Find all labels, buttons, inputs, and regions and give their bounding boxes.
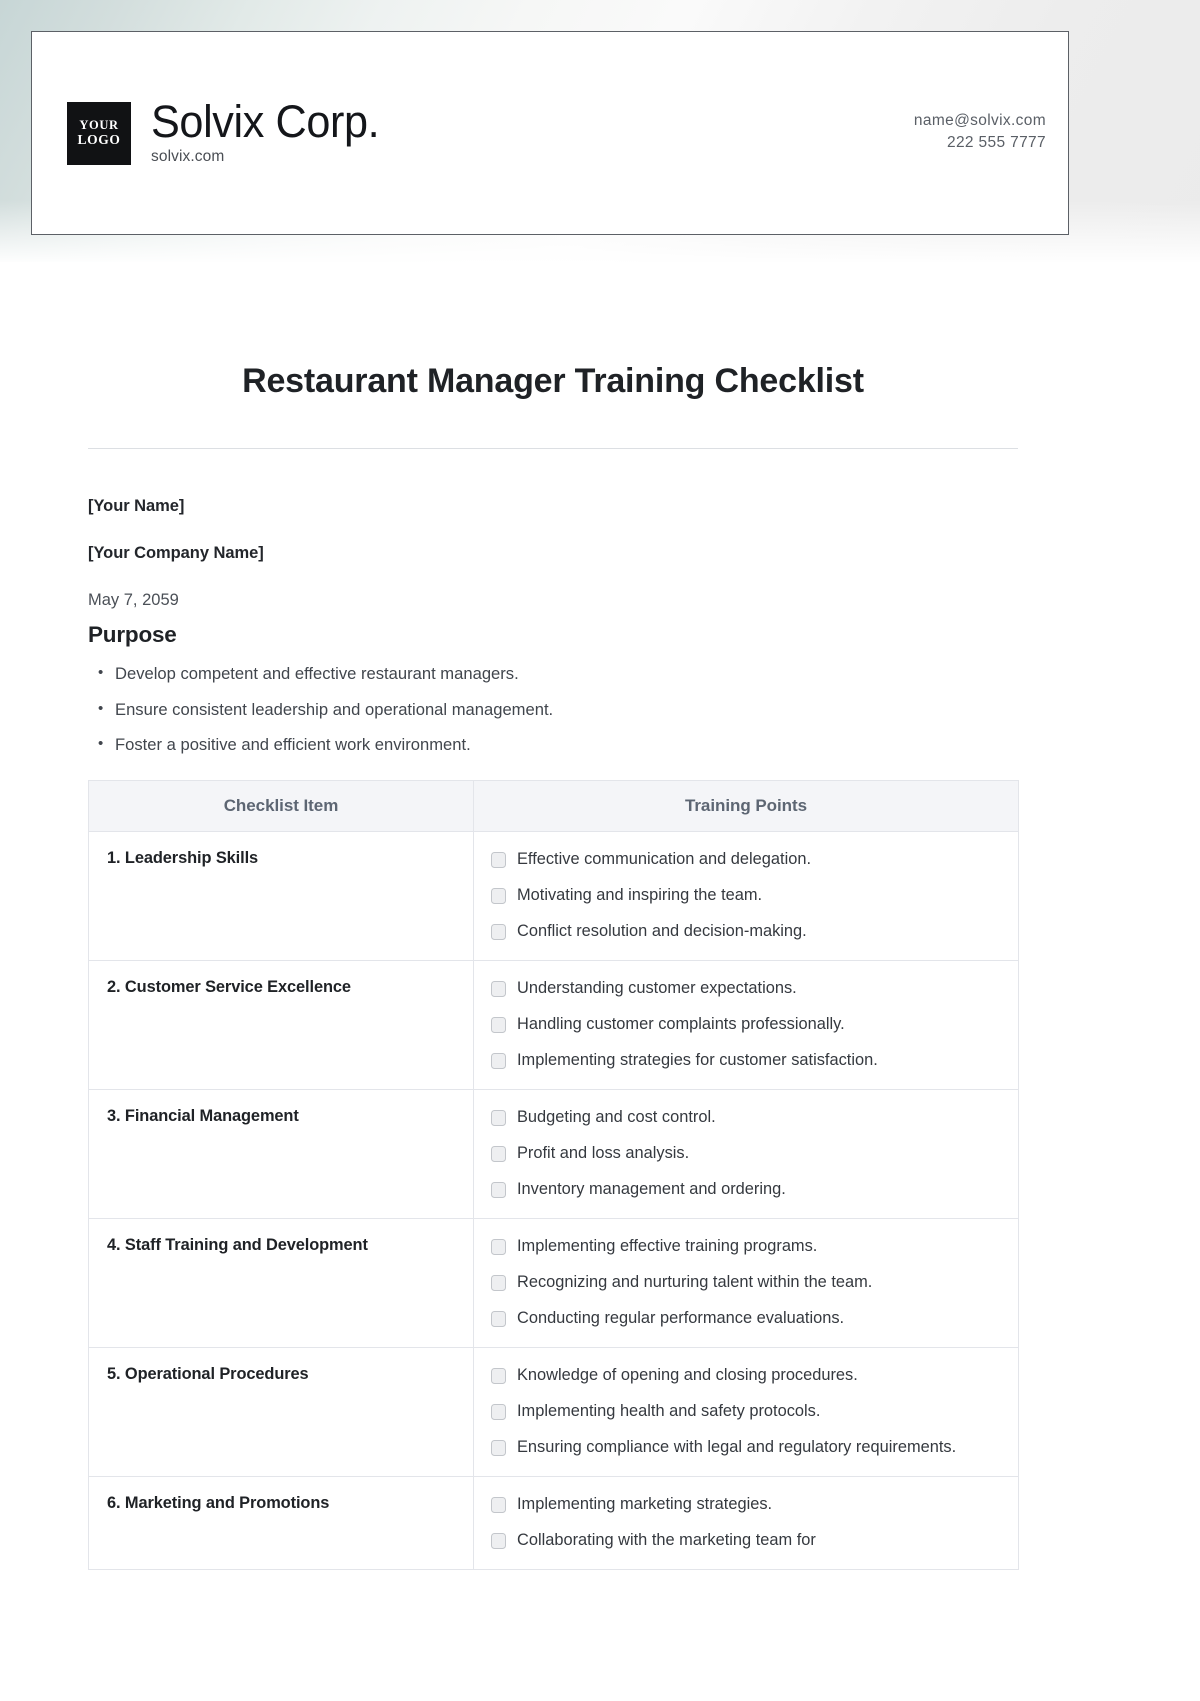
training-point-row: Effective communication and delegation. bbox=[491, 842, 1008, 878]
training-points-cell: Understanding customer expectations. Hand… bbox=[473, 959, 1019, 1090]
author-placeholder: [Your Name] bbox=[88, 497, 185, 515]
checklist-item-label: 5. Operational Procedures bbox=[88, 1346, 474, 1477]
table-row: 3. Financial Management Budgeting and cos… bbox=[88, 1088, 1019, 1219]
letterhead-header: YOUR LOGO Solvix Corp. solvix.com name@s… bbox=[31, 31, 1069, 235]
document-date: May 7, 2059 bbox=[88, 591, 179, 609]
column-header-checklist-item: Checklist Item bbox=[88, 779, 474, 832]
training-point-row: Understanding customer expectations. bbox=[491, 971, 1008, 1007]
training-point-text: Profit and loss analysis. bbox=[517, 1143, 690, 1162]
training-point-row: Motivating and inspiring the team. bbox=[491, 878, 1008, 914]
training-point-row: Handling customer complaints professiona… bbox=[491, 1007, 1008, 1043]
company-name: Solvix Corp. bbox=[151, 95, 380, 147]
checkbox-icon[interactable] bbox=[491, 1439, 506, 1456]
training-point-text: Budgeting and cost control. bbox=[517, 1107, 716, 1126]
table-header-row: Checklist Item Training Points bbox=[88, 779, 1019, 832]
checkbox-icon[interactable] bbox=[491, 1016, 506, 1033]
contact-phone: 222 555 7777 bbox=[946, 134, 1046, 151]
training-point-text: Conducting regular performance evaluatio… bbox=[517, 1308, 845, 1327]
table-row: 6. Marketing and Promotions Implementing … bbox=[88, 1475, 1019, 1570]
purpose-heading: Purpose bbox=[88, 622, 177, 647]
checkbox-icon[interactable] bbox=[491, 851, 506, 868]
contact-email: name@solvix.com bbox=[913, 112, 1046, 129]
checkbox-icon[interactable] bbox=[491, 1496, 506, 1513]
training-point-row: Ensuring compliance with legal and regul… bbox=[491, 1430, 1008, 1466]
training-point-text: Implementing health and safety protocols… bbox=[517, 1401, 821, 1420]
page-title: Restaurant Manager Training Checklist bbox=[242, 362, 864, 400]
title-divider bbox=[88, 448, 1018, 449]
table-row: 2. Customer Service Excellence Understand… bbox=[88, 959, 1019, 1090]
training-point-text: Recognizing and nurturing talent within … bbox=[517, 1272, 873, 1291]
checkbox-icon[interactable] bbox=[491, 1367, 506, 1384]
training-point-text: Handling customer complaints professiona… bbox=[517, 1014, 845, 1033]
training-points-cell: Budgeting and cost control. Profit and lo… bbox=[473, 1088, 1019, 1219]
training-point-text: Knowledge of opening and closing procedu… bbox=[517, 1365, 858, 1384]
table-row: 1. Leadership Skills Effective communicat… bbox=[88, 830, 1019, 961]
training-point-text: Collaborating with the marketing team fo… bbox=[517, 1530, 816, 1549]
training-point-row: Implementing strategies for customer sat… bbox=[491, 1043, 1008, 1079]
document-meta: [Your Name] [Your Company Name] May 7, 2… bbox=[88, 497, 1018, 754]
training-point-text: Conflict resolution and decision-making. bbox=[517, 921, 807, 940]
contact-block: name@solvix.com 222 555 7777 bbox=[914, 110, 1046, 156]
training-points-cell: Knowledge of opening and closing procedu… bbox=[473, 1346, 1019, 1477]
purpose-bullet: Ensure consistent leadership and operati… bbox=[96, 701, 1018, 719]
training-point-text: Implementing strategies for customer sat… bbox=[517, 1050, 878, 1069]
checkbox-icon[interactable] bbox=[491, 1109, 506, 1126]
checkbox-icon[interactable] bbox=[491, 923, 506, 940]
training-point-text: Ensuring compliance with legal and regul… bbox=[517, 1437, 957, 1456]
purpose-bullet: Foster a positive and efficient work env… bbox=[96, 736, 1018, 754]
checkbox-icon[interactable] bbox=[491, 1532, 506, 1549]
checklist-item-label: 2. Customer Service Excellence bbox=[88, 959, 474, 1090]
training-point-row: Inventory management and ordering. bbox=[491, 1172, 1008, 1208]
training-point-row: Implementing marketing strategies. bbox=[491, 1487, 1008, 1523]
checklist-item-label: 4. Staff Training and Development bbox=[88, 1217, 474, 1348]
table-row: 4. Staff Training and Development Impleme… bbox=[88, 1217, 1019, 1348]
training-point-text: Implementing marketing strategies. bbox=[517, 1494, 773, 1513]
checkbox-icon[interactable] bbox=[491, 1310, 506, 1327]
purpose-bullet-list: Develop competent and effective restaura… bbox=[88, 665, 1018, 754]
checklist-item-label: 1. Leadership Skills bbox=[88, 830, 474, 961]
training-point-row: Profit and loss analysis. bbox=[491, 1136, 1008, 1172]
company-placeholder: [Your Company Name] bbox=[88, 544, 264, 562]
table-row: 5. Operational Procedures Knowledge of op… bbox=[88, 1346, 1019, 1477]
checklist-item-label: 3. Financial Management bbox=[88, 1088, 474, 1219]
checkbox-icon[interactable] bbox=[491, 1238, 506, 1255]
brand-block: YOUR LOGO Solvix Corp. solvix.com bbox=[67, 99, 389, 168]
table-body: 1. Leadership Skills Effective communicat… bbox=[88, 830, 1019, 1570]
logo-line-1: YOUR bbox=[79, 118, 119, 133]
logo-line-2: LOGO bbox=[77, 132, 121, 148]
checkbox-icon[interactable] bbox=[491, 980, 506, 997]
checkbox-icon[interactable] bbox=[491, 1181, 506, 1198]
training-points-cell: Effective communication and delegation. M… bbox=[473, 830, 1019, 961]
training-points-cell: Implementing effective training programs… bbox=[473, 1217, 1019, 1348]
training-point-row: Conflict resolution and decision-making. bbox=[491, 914, 1008, 950]
checkbox-icon[interactable] bbox=[491, 1274, 506, 1291]
training-point-row: Knowledge of opening and closing procedu… bbox=[491, 1358, 1008, 1394]
checklist-table: Checklist Item Training Points 1. Leader… bbox=[88, 779, 1019, 1570]
checklist-item-label: 6. Marketing and Promotions bbox=[88, 1475, 474, 1570]
training-points-cell: Implementing marketing strategies. Collab… bbox=[473, 1475, 1019, 1570]
training-point-row: Conducting regular performance evaluatio… bbox=[491, 1301, 1008, 1337]
training-point-row: Implementing health and safety protocols… bbox=[491, 1394, 1008, 1430]
training-point-text: Understanding customer expectations. bbox=[517, 978, 797, 997]
training-point-text: Effective communication and delegation. bbox=[517, 849, 811, 868]
checkbox-icon[interactable] bbox=[491, 1403, 506, 1420]
column-header-training-points: Training Points bbox=[473, 779, 1019, 832]
checkbox-icon[interactable] bbox=[491, 1145, 506, 1162]
training-point-row: Collaborating with the marketing team fo… bbox=[491, 1523, 1008, 1559]
checkbox-icon[interactable] bbox=[491, 1052, 506, 1069]
training-point-row: Recognizing and nurturing talent within … bbox=[491, 1265, 1008, 1301]
training-point-text: Implementing effective training programs… bbox=[517, 1236, 818, 1255]
training-point-text: Motivating and inspiring the team. bbox=[517, 885, 763, 904]
training-point-text: Inventory management and ordering. bbox=[517, 1179, 786, 1198]
checkbox-icon[interactable] bbox=[491, 887, 506, 904]
training-point-row: Budgeting and cost control. bbox=[491, 1100, 1008, 1136]
training-point-row: Implementing effective training programs… bbox=[491, 1229, 1008, 1265]
company-website: solvix.com bbox=[151, 147, 225, 165]
document-body: Restaurant Manager Training Checklist [Y… bbox=[88, 262, 1019, 1570]
logo-placeholder-icon: YOUR LOGO bbox=[67, 101, 131, 165]
purpose-bullet: Develop competent and effective restaura… bbox=[96, 665, 1018, 683]
